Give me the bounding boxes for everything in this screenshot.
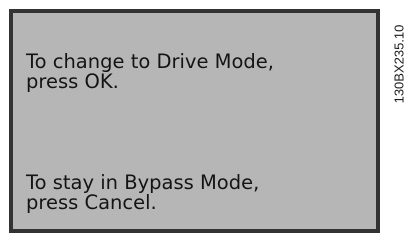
drive-mode-instruction-line1: To change to Drive Mode,	[26, 50, 274, 73]
figure-id-label: 130BX235.10	[390, 25, 408, 104]
lcd-display: To change to Drive Mode, press OK. To st…	[9, 9, 380, 233]
drive-mode-instruction-line2: press OK.	[26, 70, 119, 93]
figure-id-text: 130BX235.10	[391, 24, 407, 104]
bypass-mode-instruction-line2: press Cancel.	[26, 191, 157, 214]
bypass-mode-instruction-line1: To stay in Bypass Mode,	[26, 171, 260, 194]
